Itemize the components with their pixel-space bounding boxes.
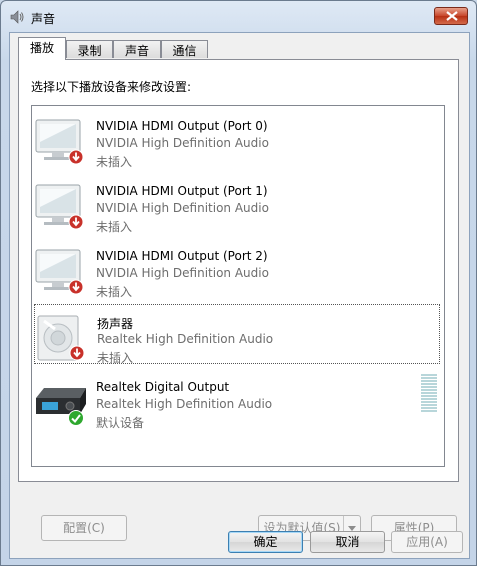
device-name: NVIDIA HDMI Output (Port 1): [96, 184, 268, 198]
tab-playback[interactable]: 播放: [18, 37, 66, 60]
device-description: Realtek High Definition Audio: [97, 332, 274, 346]
device-status: 未插入: [97, 351, 134, 365]
unplugged-badge-icon: [69, 345, 85, 364]
speaker-icon: [9, 9, 25, 25]
device-status: 默认设备: [96, 416, 145, 430]
device-description: NVIDIA High Definition Audio: [96, 266, 269, 280]
tab-communications[interactable]: 通信: [161, 40, 208, 58]
apply-button[interactable]: 应用(A): [391, 531, 463, 553]
volume-level-meter: [421, 374, 437, 414]
unplugged-badge-icon: [68, 149, 84, 168]
tab-sounds[interactable]: 声音: [113, 40, 161, 58]
device-status: 未插入: [96, 285, 133, 299]
device-status: 未插入: [96, 220, 133, 234]
default-check-icon: [68, 410, 84, 429]
device-name: Realtek Digital Output: [96, 380, 230, 394]
device-item-hdmi-port-2[interactable]: NVIDIA HDMI Output (Port 2) NVIDIA High …: [34, 239, 440, 299]
device-name: 扬声器: [97, 317, 134, 331]
device-name: NVIDIA HDMI Output (Port 2): [96, 249, 268, 263]
ok-button[interactable]: 确定: [228, 531, 303, 553]
playback-device-list[interactable]: NVIDIA HDMI Output (Port 0) NVIDIA High …: [31, 105, 445, 467]
device-item-hdmi-port-0[interactable]: NVIDIA HDMI Output (Port 0) NVIDIA High …: [34, 109, 440, 169]
device-name: NVIDIA HDMI Output (Port 0): [96, 119, 268, 133]
device-item-realtek-digital-output[interactable]: Realtek Digital Output Realtek High Defi…: [34, 370, 440, 430]
device-item-hdmi-port-1[interactable]: NVIDIA HDMI Output (Port 1) NVIDIA High …: [34, 174, 440, 234]
device-item-speakers[interactable]: 扬声器 Realtek High Definition Audio 未插入: [34, 304, 440, 365]
device-description: NVIDIA High Definition Audio: [96, 201, 269, 215]
dialog-client-area: 播放 录制 声音 通信 选择以下播放设备来修改设置: NVIDIA HDMI O…: [9, 32, 470, 559]
close-button[interactable]: [434, 7, 468, 25]
device-status: 未插入: [96, 155, 133, 169]
tab-recording[interactable]: 录制: [66, 40, 113, 58]
device-description: Realtek High Definition Audio: [96, 397, 273, 411]
unplugged-badge-icon: [68, 279, 84, 298]
cancel-button[interactable]: 取消: [310, 531, 385, 553]
sound-dialog-window: 声音 播放 录制 声音 通信 选择以下播放设备来修改设置: NVIDIA HDM…: [0, 0, 477, 566]
window-title: 声音: [31, 12, 56, 26]
close-icon: [446, 11, 458, 21]
unplugged-badge-icon: [68, 214, 84, 233]
instruction-text: 选择以下播放设备来修改设置:: [31, 80, 192, 94]
configure-button[interactable]: 配置(C): [41, 515, 127, 541]
device-description: NVIDIA High Definition Audio: [96, 136, 269, 150]
playback-tab-pane: 选择以下播放设备来修改设置: NVIDIA HDMI Output (Port …: [18, 59, 459, 541]
title-bar[interactable]: 声音: [1, 1, 476, 31]
